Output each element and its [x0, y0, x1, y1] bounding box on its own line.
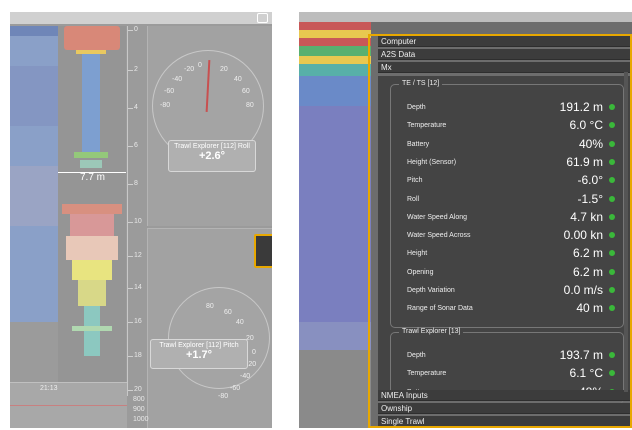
- bottom-scale: 800 900 1000: [133, 396, 149, 423]
- data-row: Temperature 6.0 °C: [397, 117, 621, 135]
- data-row-value: 40 m: [576, 301, 603, 316]
- section-a2s-data[interactable]: A2S Data: [378, 49, 632, 60]
- lower-echo-band: [299, 350, 371, 428]
- section-mx[interactable]: Mx: [378, 62, 632, 73]
- status-dot-icon: [609, 370, 615, 377]
- left-top-bar: [10, 12, 272, 24]
- mx-section-body: TE / TS [12] Depth 191.2 m Temperature 6.0 …: [378, 76, 632, 404]
- trawl-sonar-column: 7.7 m: [58, 26, 126, 396]
- data-row: Opening 6.2 m: [397, 264, 621, 282]
- sensor-data-view: Computer A2S Data Mx TE / TS [12] Depth 1…: [299, 12, 632, 428]
- section-ownship[interactable]: Ownship: [378, 403, 632, 414]
- data-row-label: Temperature: [407, 370, 447, 378]
- data-row: Depth 193.7 m: [397, 347, 621, 365]
- data-row-value: -1.5°: [577, 191, 603, 206]
- data-row-label: Battery: [407, 140, 430, 148]
- data-row: Water Speed Along 4.7 kn: [397, 209, 621, 227]
- pitch-readout: Trawl Explorer [112] Pitch +1.7°: [150, 339, 248, 369]
- data-row: Pitch -6.0°: [397, 172, 621, 190]
- status-dot-icon: [609, 158, 615, 165]
- panel-resize-handle[interactable]: [254, 234, 272, 268]
- data-row: Water Speed Across 0.00 kn: [397, 227, 621, 245]
- status-dot-icon: [609, 177, 615, 184]
- data-row-value: 191.2 m: [559, 100, 603, 114]
- data-row-value: 6.2 m: [572, 246, 603, 261]
- data-row-label: Depth: [407, 104, 426, 111]
- sensor-group-te-ts: TE / TS [12] Depth 191.2 m Temperature 6.0 …: [390, 80, 624, 328]
- data-row-label: Depth Variation: [407, 287, 455, 294]
- data-row-value: 193.7 m: [559, 348, 603, 362]
- section-computer[interactable]: Computer: [378, 36, 632, 47]
- echogram-strip-right: [299, 22, 371, 350]
- data-row: Roll -1.5°: [397, 191, 621, 209]
- group-title: TE / TS [12]: [399, 80, 443, 87]
- data-row: Height (Sensor) 61.9 m: [397, 154, 621, 172]
- data-row: Temperature 6.1 °C: [397, 365, 621, 383]
- data-row-label: Height: [407, 250, 428, 258]
- depth-scale: 0 2 4 6 8 10 12 14 16 18 20: [127, 26, 146, 396]
- data-row-value: 6.0 °C: [569, 118, 603, 133]
- data-row: Range of Sonar Data 40 m: [397, 300, 621, 318]
- status-dot-icon: [609, 232, 615, 239]
- data-row-value: 4.7 kn: [570, 209, 603, 224]
- status-dot-icon: [609, 268, 615, 275]
- data-row: Battery 40%: [397, 136, 621, 154]
- status-dot-icon: [609, 213, 615, 220]
- group-title: Trawl Explorer [13]: [399, 328, 464, 335]
- data-row-label: Water Speed Across: [407, 232, 471, 240]
- status-dot-icon: [609, 287, 615, 293]
- data-row-label: Temperature: [407, 122, 447, 130]
- section-nmea-inputs[interactable]: NMEA Inputs: [378, 390, 632, 401]
- status-dot-icon: [609, 104, 615, 110]
- status-dot-icon: [609, 140, 615, 147]
- data-row-value: 0.0 m/s: [563, 283, 603, 297]
- right-top-bar: [299, 12, 632, 22]
- data-row-label: Opening: [407, 268, 434, 276]
- status-dot-icon: [609, 352, 615, 358]
- echogram-view-left: 7.7 m 0 2 4 6 8 10 12 14 16 18 20 0 -20 …: [10, 12, 272, 428]
- data-row-value: 6.2 m: [572, 264, 603, 279]
- bottom-strip: 21:13: [10, 382, 127, 428]
- data-row: Height 6.2 m: [397, 245, 621, 263]
- status-dot-icon: [609, 122, 615, 129]
- data-row-label: Height (Sensor): [407, 158, 457, 166]
- status-dot-icon: [609, 305, 615, 312]
- data-row: Depth 191.2 m: [397, 99, 621, 117]
- roll-gauge-panel: 0 -20 20 -40 40 -60 60 -80 80 Trawl Expl…: [147, 26, 272, 226]
- echogram-strip-left: [10, 26, 58, 322]
- pitch-gauge-dial: [168, 287, 270, 389]
- data-row-value: -6.0°: [577, 173, 603, 188]
- data-row-value: 61.9 m: [566, 154, 603, 169]
- roll-readout: Trawl Explorer [112] Roll +2.6°: [168, 140, 256, 172]
- data-row-label: Roll: [407, 195, 420, 203]
- data-row-value: 0.00 kn: [563, 228, 603, 243]
- time-label: 21:13: [40, 385, 58, 392]
- data-row-label: Pitch: [407, 177, 423, 185]
- depth-readout: 7.7 m: [80, 172, 106, 183]
- data-row-label: Depth: [407, 352, 426, 359]
- data-row-value: 6.1 °C: [569, 366, 603, 381]
- data-row-label: Water Speed Along: [407, 213, 468, 221]
- data-row: Depth Variation 0.0 m/s: [397, 282, 621, 300]
- scrollbar[interactable]: [624, 72, 628, 392]
- status-dot-icon: [609, 195, 615, 202]
- data-row-label: Range of Sonar Data: [407, 305, 473, 313]
- section-single-trawl[interactable]: Single Trawl: [378, 416, 632, 427]
- data-row-value: 40%: [578, 136, 603, 151]
- camera-icon[interactable]: [257, 13, 268, 23]
- status-dot-icon: [609, 250, 615, 257]
